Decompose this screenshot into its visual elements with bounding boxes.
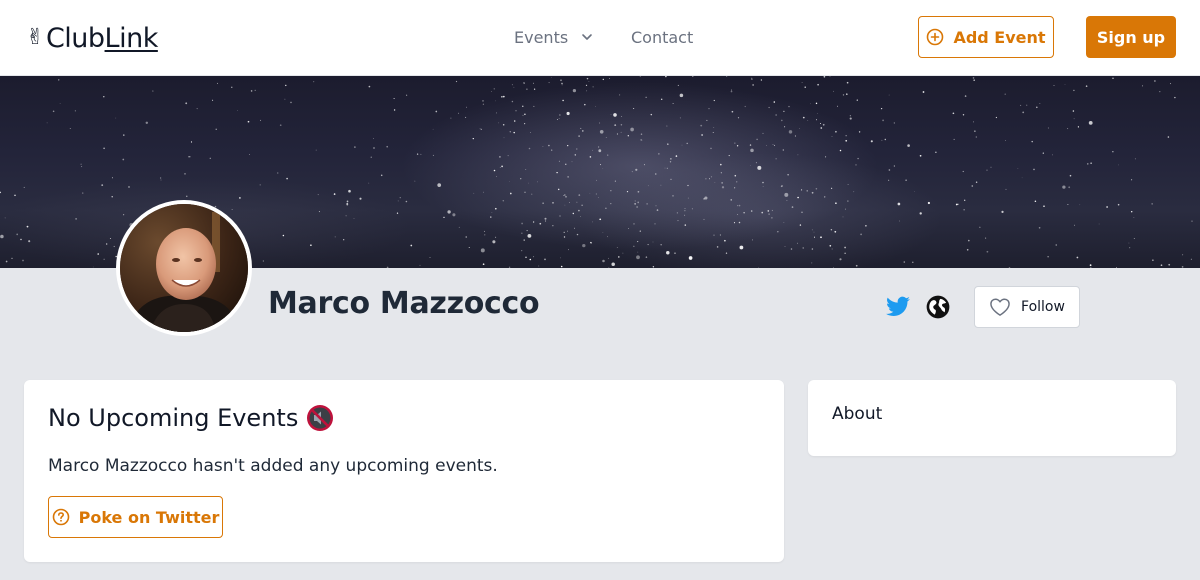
plus-circle-icon <box>927 28 944 46</box>
site-header: ✌ Club Link Events Contact Add Event Sign… <box>0 0 1200 76</box>
website-link[interactable] <box>925 294 951 320</box>
heart-icon <box>990 298 1010 316</box>
sign-up-label: Sign up <box>1096 27 1166 47</box>
about-heading: About <box>832 404 883 424</box>
profile-name: Marco Mazzocco <box>268 286 540 321</box>
nav-events-label: Events <box>514 27 569 47</box>
twitter-icon <box>886 296 910 316</box>
muted-speaker-icon <box>307 405 334 431</box>
nav-contact-label: Contact <box>631 27 694 47</box>
twitter-link[interactable] <box>885 294 911 320</box>
events-heading: No Upcoming Events <box>48 404 334 432</box>
chevron-down-icon <box>582 34 592 40</box>
follow-label: Follow <box>1021 299 1065 315</box>
poke-label: Poke on Twitter <box>78 507 220 527</box>
about-card: About <box>808 380 1176 456</box>
nav-contact-link[interactable]: Contact <box>631 26 693 48</box>
globe-icon <box>926 295 950 319</box>
clublink-logo[interactable]: ✌ Club Link <box>26 22 158 54</box>
poke-on-twitter-button[interactable]: Poke on Twitter <box>48 496 223 538</box>
victory-hand-icon: ✌ <box>26 25 44 50</box>
avatar <box>116 200 252 336</box>
avatar-photo <box>120 204 248 332</box>
nav-events-dropdown[interactable]: Events <box>514 26 594 48</box>
question-circle-icon <box>52 508 69 526</box>
sign-up-button[interactable]: Sign up <box>1086 16 1176 58</box>
events-heading-text: No Upcoming Events <box>48 404 299 432</box>
add-event-label: Add Event <box>953 27 1046 47</box>
logo-text-link: Link <box>104 23 159 54</box>
no-events-message: Marco Mazzocco hasn't added any upcoming… <box>48 456 498 476</box>
upcoming-events-card: No Upcoming Events Marco Mazzocco hasn't… <box>24 380 784 562</box>
add-event-button[interactable]: Add Event <box>918 16 1054 58</box>
follow-button[interactable]: Follow <box>974 286 1080 328</box>
logo-text-club: Club <box>45 23 105 54</box>
